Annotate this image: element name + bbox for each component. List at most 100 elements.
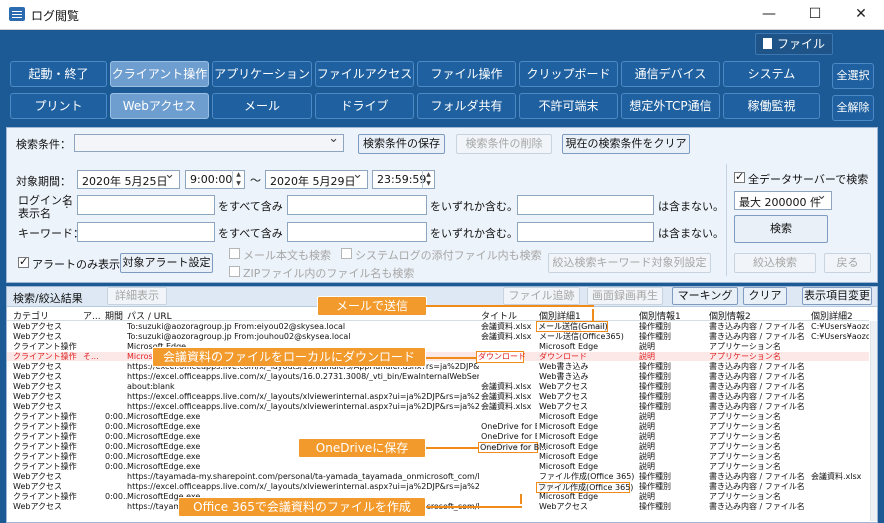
cell-path: MicrosoftEdge.exe	[127, 422, 201, 431]
file-trace-button[interactable]: ファイル追跡	[503, 287, 580, 305]
table-row[interactable]: クライアント操作0:00...MicrosoftEdge.exeMicrosof…	[7, 462, 869, 471]
highlight-mail-gmail: メール送信(Gmail)	[536, 321, 608, 332]
delete-condition-button[interactable]: 検索条件の削除	[456, 134, 552, 154]
time-to-spinner[interactable]: ▲ ▼	[422, 170, 434, 189]
category-r2-6[interactable]: 想定外TCP通信	[621, 93, 720, 119]
callout-download: 会議資料のファイルをローカルにダウンロード	[152, 347, 426, 367]
date-to-value: 2020年 5月29日	[270, 175, 356, 188]
category-r1-2[interactable]: アプリケーション	[212, 61, 312, 87]
category-r1-5[interactable]: クリップボード	[519, 61, 618, 87]
category-r1-4[interactable]: ファイル操作	[417, 61, 516, 87]
table-row[interactable]: Webアクセス about:blank 会議資料.xlsx Webアクセス 操作種別 書き…	[7, 382, 869, 391]
detail-view-button[interactable]: 詳細表示	[107, 287, 167, 305]
table-row[interactable]: クライアント操作0:00...MicrosoftEdge.exeOneDrive…	[7, 422, 869, 431]
category-r1-3[interactable]: ファイルアクセス	[315, 61, 414, 87]
refine-search-button[interactable]: 絞込検索	[734, 253, 816, 273]
keyword-any-input[interactable]	[287, 222, 427, 242]
cell-d1: Microsoft Edge	[539, 442, 599, 451]
cell-d1: Webアクセス	[539, 502, 589, 511]
category-r2-5[interactable]: 不許可端末	[519, 93, 618, 119]
table-row[interactable]: Webアクセス To:suzuki@aozoragroup.jp From:eiy…	[7, 322, 869, 331]
category-r2-7[interactable]: 稼働監視	[723, 93, 820, 119]
category-r2-1[interactable]: Webアクセス	[110, 93, 209, 119]
table-row[interactable]: Webアクセスhttps://excel.officeapps.live.com…	[7, 372, 869, 381]
date-to-picker[interactable]: 2020年 5月29日	[265, 167, 368, 189]
header-divider	[7, 320, 869, 321]
time-from-input[interactable]: 9:00:00 ▲ ▼	[185, 170, 245, 189]
category-buttons: 起動・終了 クライアント操作 アプリケーション ファイルアクセス ファイル操作 クリップボ…	[10, 61, 822, 121]
table-row[interactable]: Webアクセス https://tayamada-my.sharepoint.co…	[7, 472, 869, 481]
cell-i2: 書き込み内容 / ファイル名	[709, 382, 805, 391]
search-condition-select[interactable]	[74, 131, 344, 152]
cell-i1: 操作種別	[639, 362, 671, 371]
category-r2-0[interactable]: プリント	[10, 93, 107, 119]
time-from-value: 9:00:00	[190, 173, 233, 186]
cell-path: https://excel.officeapps.live.com/x/_lay…	[127, 482, 479, 491]
table-row[interactable]: Webアクセスhttps://excel.officeapps.live.com…	[7, 392, 869, 401]
maximize-button[interactable]: ☐	[792, 0, 838, 30]
cell-d1: ダウンロード	[539, 352, 587, 361]
table-row[interactable]: クライアント操作0:00...MicrosoftEdge.exeMicrosof…	[7, 492, 869, 501]
cell-i2: 書き込み内容 / ファイル名	[709, 402, 805, 411]
alert-only-checkbox[interactable]	[18, 255, 29, 268]
category-r2-4[interactable]: フォルダ共有	[417, 93, 516, 119]
login-all-input[interactable]	[77, 195, 215, 215]
cell-i1: 説明	[639, 422, 655, 431]
save-condition-button[interactable]: 検索条件の保存	[358, 134, 445, 154]
marking-button[interactable]: マーキング	[672, 287, 738, 305]
column-change-button[interactable]: 表示項目変更	[802, 287, 872, 305]
time-to-input[interactable]: 23:59:59 ▲ ▼	[372, 170, 435, 189]
mail-body-checkbox[interactable]	[229, 248, 240, 259]
keyword-not-input[interactable]	[517, 222, 654, 242]
table-row[interactable]: Webアクセス To:suzuki@aozoragroup.jp From:jou…	[7, 332, 869, 341]
cell-i1: 説明	[639, 492, 655, 501]
category-r1-7[interactable]: システム	[723, 61, 820, 87]
alert-setting-button[interactable]: 対象アラート設定	[120, 253, 213, 273]
screen-recording-button[interactable]: 画面録画再生	[587, 287, 663, 305]
refine-keyword-column-button[interactable]: 絞込検索キーワード対象列設定	[548, 253, 711, 273]
search-button[interactable]: 検索	[734, 215, 828, 243]
table-row[interactable]: クライアント操作0:00...MicrosoftEdge.exeMicrosof…	[7, 452, 869, 461]
cell-i2: アプリケーション名	[709, 462, 781, 471]
table-row[interactable]: クライアント操作0:00...MicrosoftEdge.exeOneDrive…	[7, 432, 869, 441]
keyword-label: キーワード：	[18, 227, 84, 240]
cell-i2: 書き込み内容 / ファイル名	[709, 372, 805, 381]
syslog-attach-checkbox[interactable]	[341, 248, 352, 259]
category-r1-1[interactable]: クライアント操作	[110, 61, 209, 87]
time-from-spinner[interactable]: ▲ ▼	[232, 170, 244, 189]
all-servers-checkbox[interactable]	[734, 170, 745, 183]
category-r1-0[interactable]: 起動・終了	[10, 61, 107, 87]
category-r2-2[interactable]: メール	[212, 93, 312, 119]
cell-i2: アプリケーション名	[709, 342, 781, 351]
table-row[interactable]: Webアクセスhttps://excel.officeapps.live.com…	[7, 362, 869, 371]
zip-search-checkbox[interactable]	[229, 266, 240, 277]
cell-i2: 書き込み内容 / ファイル名	[709, 502, 805, 511]
login-not-input[interactable]	[517, 195, 654, 215]
select-all-button[interactable]: 全選択	[832, 63, 874, 89]
cell-i2: アプリケーション名	[709, 442, 781, 451]
deselect-all-button[interactable]: 全解除	[832, 95, 874, 121]
connector-mail	[592, 309, 594, 321]
table-row[interactable]: クライアント操作Microsoft EdgeMicrosoft Edge説明アプ…	[7, 342, 869, 351]
vertical-scrollbar[interactable]	[870, 321, 877, 521]
cell-cat: Webアクセス	[13, 392, 63, 401]
file-menu-button[interactable]: ファイル	[755, 33, 833, 55]
max-count-select[interactable]: 最大 200000 件	[734, 188, 832, 210]
file-icon	[762, 38, 772, 49]
table-row[interactable]: Webアクセスhttps://excel.officeapps.live.com…	[7, 482, 869, 491]
category-r2-3[interactable]: ドライブ	[315, 93, 414, 119]
cell-cat: Webアクセス	[13, 322, 63, 331]
login-any-input[interactable]	[287, 195, 427, 215]
clear-condition-button[interactable]: 現在の検索条件をクリア	[562, 134, 690, 154]
table-row[interactable]: Webアクセスhttps://excel.officeapps.live.com…	[7, 402, 869, 411]
table-row[interactable]: クライアント操作0:00...MicrosoftEdge.exeMicrosof…	[7, 412, 869, 421]
tilde: ～	[250, 174, 261, 187]
date-from-picker[interactable]: 2020年 5月25日	[77, 167, 180, 189]
minimize-button[interactable]: —	[746, 0, 792, 30]
cell-i1: 操作種別	[639, 502, 671, 511]
keyword-all-input[interactable]	[77, 222, 215, 242]
close-button[interactable]: ✕	[838, 0, 884, 30]
clear-marking-button[interactable]: クリア	[743, 287, 787, 305]
back-button[interactable]: 戻る	[824, 253, 871, 273]
category-r1-6[interactable]: 通信デバイス	[621, 61, 720, 87]
